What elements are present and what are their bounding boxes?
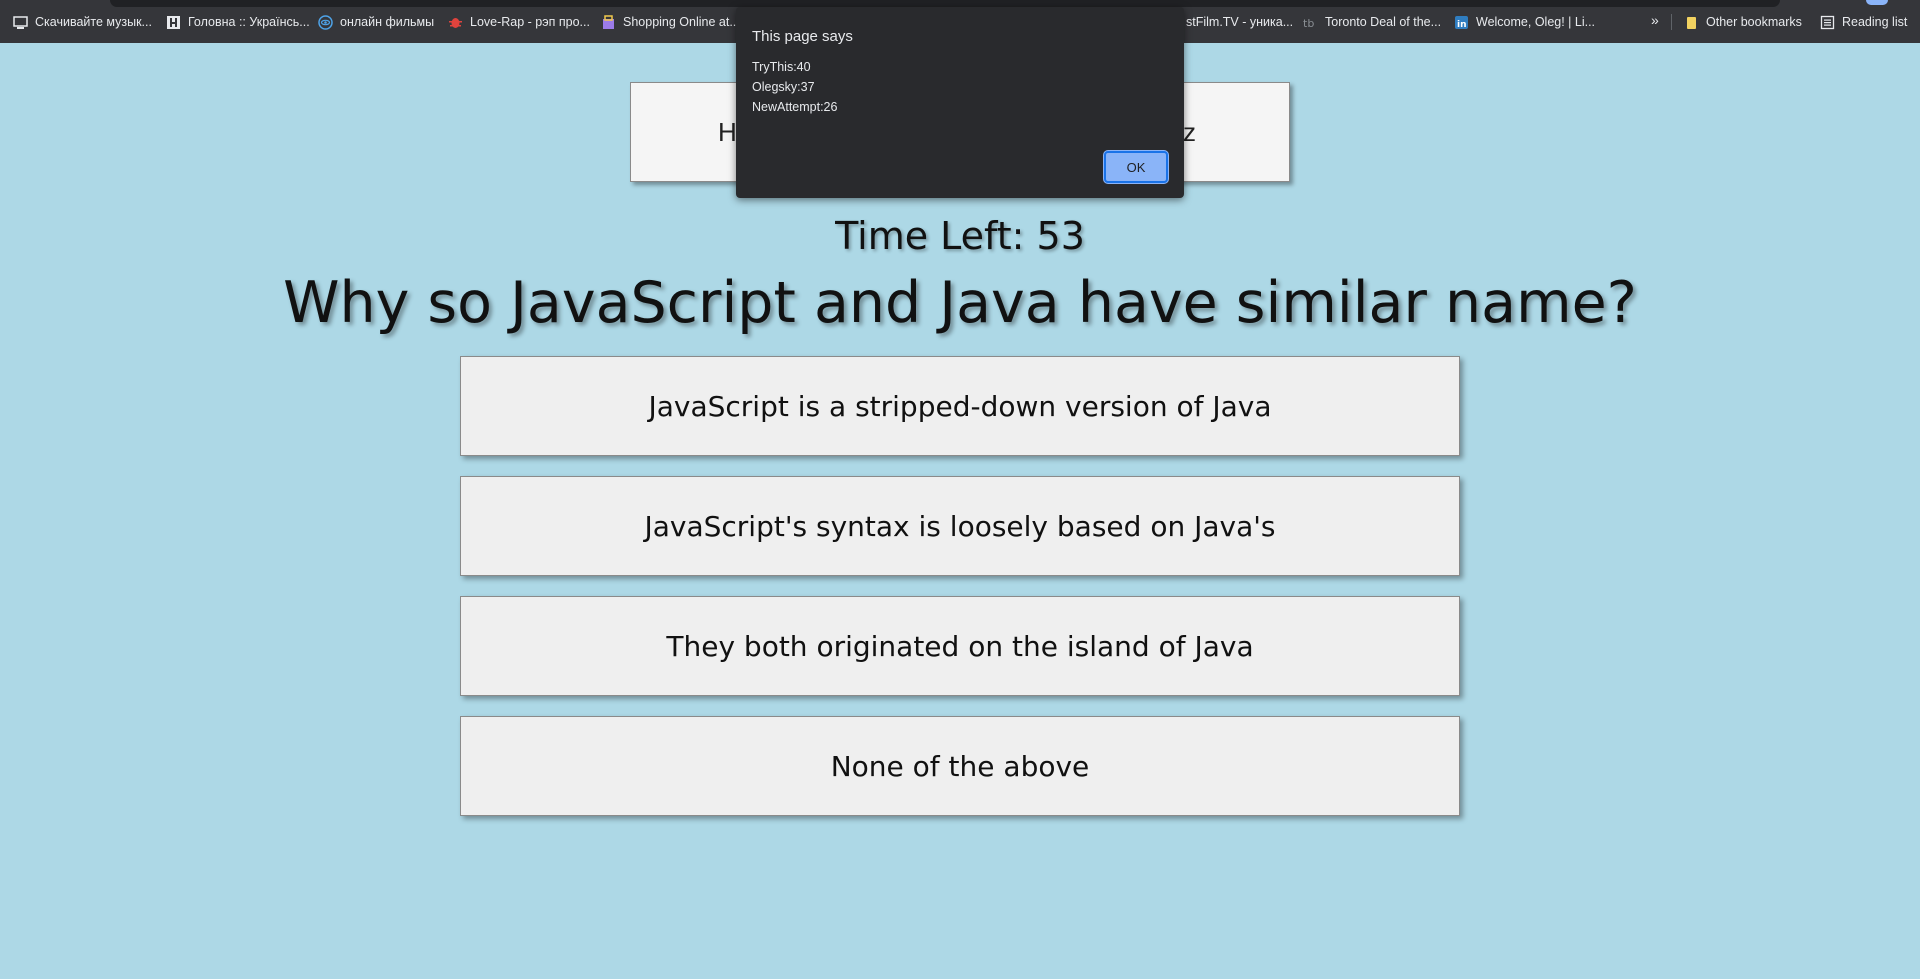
alert-dialog: This page says TryThis:40 Olegsky:37 New… bbox=[736, 7, 1184, 198]
bookmark-item[interactable]: in Welcome, Oleg! | Li... bbox=[1454, 13, 1595, 31]
alert-score-line: NewAttempt:26 bbox=[752, 100, 838, 114]
monitor-icon bbox=[13, 15, 28, 30]
bookmark-label: Shopping Online at... bbox=[623, 15, 740, 29]
answer-button-4[interactable]: None of the above bbox=[460, 716, 1460, 816]
highscores-button-label-start: H bbox=[718, 117, 737, 147]
bookmark-item[interactable]: stFilm.TV - уника... bbox=[1186, 13, 1293, 31]
bookmark-item[interactable]: Скачивайте музык... bbox=[13, 13, 152, 31]
alert-message: TryThis:40 Olegsky:37 NewAttempt:26 bbox=[752, 57, 837, 117]
bookmark-item[interactable]: tb Toronto Deal of the... bbox=[1303, 13, 1441, 31]
bookmark-label: Welcome, Oleg! | Li... bbox=[1476, 15, 1596, 29]
bookmark-item[interactable]: Love-Rap - рэп про... bbox=[448, 13, 590, 31]
linkedin-icon: in bbox=[1454, 15, 1469, 30]
reading-list-button[interactable]: Reading list bbox=[1820, 13, 1907, 31]
profile-avatar[interactable] bbox=[1866, 0, 1888, 5]
answer-button-3[interactable]: They both originated on the island of Ja… bbox=[460, 596, 1460, 696]
alert-score-line: Olegsky:37 bbox=[752, 80, 815, 94]
bookmark-label: Скачивайте музык... bbox=[35, 15, 152, 29]
reading-list-label: Reading list bbox=[1842, 15, 1908, 29]
h-square-icon bbox=[166, 15, 181, 30]
svg-text:tb: tb bbox=[1303, 17, 1314, 30]
other-bookmarks-label: Other bookmarks bbox=[1706, 15, 1802, 29]
svg-text:in: in bbox=[1457, 20, 1467, 30]
bookmark-label: онлайн фильмы bbox=[340, 15, 435, 29]
bookmark-label: Love-Rap - рэп про... bbox=[470, 15, 590, 29]
bookmark-item[interactable]: Shopping Online at... bbox=[601, 13, 740, 31]
bookmark-item[interactable]: онлайн фильмы bbox=[318, 13, 434, 31]
alert-title: This page says bbox=[752, 28, 853, 45]
answer-button-2[interactable]: JavaScript's syntax is loosely based on … bbox=[460, 476, 1460, 576]
highscores-button-label-end: z bbox=[1183, 117, 1196, 147]
eye-globe-icon bbox=[318, 14, 333, 30]
question-title: Why so JavaScript and Java have similar … bbox=[283, 270, 1637, 336]
bookmark-item[interactable]: Головна :: Українсь... bbox=[166, 13, 310, 31]
bug-icon bbox=[448, 15, 463, 30]
other-bookmarks-folder[interactable]: Other bookmarks bbox=[1684, 13, 1802, 31]
timer-text: Time Left: 53 bbox=[835, 214, 1085, 258]
answer-button-1[interactable]: JavaScript is a stripped-down version of… bbox=[460, 356, 1460, 456]
bookmark-label: Toronto Deal of the... bbox=[1325, 15, 1442, 29]
bookmark-label: stFilm.TV - уника... bbox=[1186, 15, 1294, 29]
folder-icon bbox=[1684, 15, 1699, 30]
bookmarks-divider bbox=[1671, 14, 1672, 30]
bookmark-label: Головна :: Українсь... bbox=[188, 15, 310, 29]
address-bar-edge[interactable] bbox=[110, 0, 1780, 7]
bookmarks-overflow-button[interactable]: » bbox=[1651, 12, 1659, 28]
store-icon bbox=[601, 14, 616, 30]
reading-list-icon bbox=[1820, 15, 1835, 30]
alert-score-line: TryThis:40 bbox=[752, 60, 811, 74]
tb-icon: tb bbox=[1303, 15, 1318, 30]
alert-ok-button[interactable]: OK bbox=[1104, 151, 1168, 183]
